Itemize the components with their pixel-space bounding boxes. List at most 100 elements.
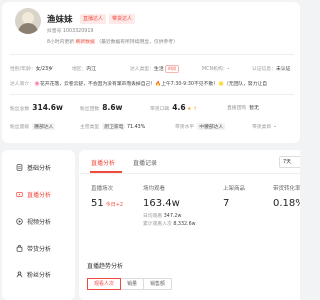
mcn-label: MCN机构: [202, 67, 223, 72]
stat-fans: 粉丝总数 314.6w: [10, 103, 63, 112]
sidebar: 基础分析 直播分析 视频分析 带货分析 粉丝分析: [2, 150, 75, 300]
type-pill: 时尚: [165, 65, 180, 73]
divider: [10, 54, 294, 55]
update-info: 8小时内更新 刷新数据 （最近数据有所持续明显，仅供参考）: [47, 38, 178, 45]
mcn-value: -: [227, 67, 230, 72]
cert-label: 认证信息: [252, 67, 272, 72]
document-icon: [16, 164, 23, 171]
trend-title: 直播趋势分析: [87, 263, 124, 270]
sidebar-item-basic[interactable]: 基础分析: [16, 163, 51, 172]
sidebar-item-live[interactable]: 直播分析: [16, 190, 51, 199]
douyin-id: 抖音号 1003320919: [47, 29, 94, 34]
main-panel: 直播分析 直播记录 7天 直播场次 51 今日+2 场均观看 163.4w 日均观…: [79, 150, 300, 300]
sub-value: 8,332.6w: [173, 222, 196, 227]
stat-score: 带货口碑 4.6 ★ ↑: [150, 103, 197, 112]
stat-category: 带货类目 -: [252, 123, 276, 130]
fans-value: 314.6w: [32, 103, 63, 112]
fan-level-value: 腰部达人: [32, 123, 56, 130]
gender-label: 性别/年龄: [10, 67, 31, 72]
fan-level-label: 粉丝量级: [10, 125, 30, 130]
category-label: 带货类目: [252, 125, 272, 130]
trend-button-revenue[interactable]: 销售额: [143, 278, 173, 290]
bag-icon: [16, 245, 23, 252]
type-value: 生活: [154, 67, 164, 72]
tab-live-analysis[interactable]: 直播分析: [91, 158, 115, 167]
metric-sub-total: 累计观看人次 8,332.6w: [143, 220, 196, 227]
score-label: 带货口碑: [150, 107, 170, 112]
day-range-select[interactable]: 7天: [279, 156, 300, 168]
sidebar-item-label: 基础分析: [27, 165, 52, 172]
main-type-value: 厨卫家电: [102, 123, 126, 130]
metric-value: 51 今日+2: [91, 198, 123, 209]
stat-main-type: 主营类型 厨卫家电 71.43%: [80, 123, 145, 130]
tier-label: 带货水平: [175, 125, 195, 130]
stat-tier: 带货水平 中腰部达人: [175, 123, 226, 130]
divider: [79, 173, 300, 174]
fans-group-value: 8.6w: [102, 103, 123, 112]
group-buy-value: 暂无: [249, 106, 259, 111]
sidebar-item-fans[interactable]: 粉丝分析: [16, 270, 51, 279]
profile-card: 渔妹妹 直播达人 带货达人 抖音号 1003320919 8小时内更新 刷新数据…: [2, 2, 300, 143]
metric-conversion: 带货转化率 0.18%: [273, 184, 300, 209]
user-icon: [16, 271, 23, 278]
info-gender: 性别/年龄：女/23岁: [10, 67, 53, 72]
metric-label: 带货转化率: [273, 186, 300, 192]
metric-avg-views: 场均观看 163.4w 日均观看 347.2w 累计观看人次 8,332.6w: [143, 184, 196, 227]
metric-number: 163.4w: [143, 198, 180, 209]
info-type: 达人类型：生活 时尚: [130, 65, 180, 73]
sidebar-item-label: 带货分析: [27, 246, 52, 253]
category-value: -: [274, 125, 276, 130]
star-icon: ★: [187, 107, 192, 112]
stat-group-buy: 直播团购 暂无: [227, 104, 259, 111]
main-type-label: 主营类型: [80, 125, 100, 130]
play-icon: [16, 218, 23, 225]
sidebar-item-video[interactable]: 视频分析: [16, 217, 51, 226]
metric-sub-daily: 日均观看 347.2w: [143, 212, 196, 219]
bio-text: 🌸花开花落，云卷云舒，不会因为没有掌声而丢掉自己！🔥上午7:30-9:30不见不…: [34, 82, 268, 87]
region-label: 地区: [72, 67, 82, 72]
fans-group-label: 粉丝团数: [80, 107, 100, 112]
update-note: （最近数据有所持续明显，仅供参考）: [96, 40, 178, 45]
sub-value: 347.2w: [163, 214, 182, 219]
sub-label: 日均观看: [143, 214, 163, 219]
cert-value: 未认证: [276, 67, 291, 72]
bio: 达人简介：🌸花开花落，云卷云舒，不会因为没有掌声而丢掉自己！🔥上午7:30-9:…: [10, 82, 268, 87]
metric-label: 上架商品: [223, 186, 246, 192]
metric-number: 7: [223, 198, 230, 209]
region-value: 内江: [86, 67, 97, 72]
stat-fan-level: 粉丝量级 腰部达人: [10, 123, 56, 130]
tab-live-records[interactable]: 直播记录: [133, 158, 157, 167]
info-region: 地区：内江: [72, 67, 97, 72]
sidebar-item-goods[interactable]: 带货分析: [16, 244, 51, 253]
bio-label: 达人简介: [10, 82, 30, 87]
metric-products: 上架商品 7: [223, 184, 245, 209]
refresh-link[interactable]: 刷新数据: [76, 40, 95, 45]
metric-label: 直播场次: [91, 186, 114, 192]
gender-value: 女/23岁: [35, 67, 53, 72]
sidebar-item-label: 视频分析: [27, 219, 52, 226]
rank-up-icon: ↑: [192, 107, 197, 112]
metric-label: 场均观看: [143, 186, 166, 192]
info-mcn: MCN机构：-: [202, 67, 230, 72]
metric-number: 51: [91, 198, 104, 209]
main-type-pct: 71.43%: [127, 125, 146, 130]
profile-name: 渔妹妹: [47, 15, 73, 25]
trend-button-group: 观看人次 销量 销售额: [87, 278, 173, 290]
metric-delta: 今日+2: [105, 202, 124, 208]
score-value: 4.6: [172, 103, 186, 112]
avatar[interactable]: [15, 8, 41, 34]
tier-value: 中腰部达人: [197, 123, 226, 130]
stat-fans-group: 粉丝团数 8.6w: [80, 103, 122, 112]
metric-number: 0.18%: [273, 198, 300, 209]
tag-live: 直播达人: [80, 14, 107, 24]
tag-goods: 带货达人: [109, 14, 136, 24]
fans-label: 粉丝总数: [10, 107, 30, 112]
trend-button-views[interactable]: 观看人次: [87, 278, 122, 290]
divider: [10, 94, 294, 95]
trend-button-sales[interactable]: 销量: [120, 278, 145, 290]
metric-live-count: 直播场次 51 今日+2: [91, 184, 123, 209]
type-label: 达人类型: [130, 67, 150, 72]
sidebar-item-label: 粉丝分析: [27, 272, 52, 279]
group-buy-label: 直播团购: [227, 106, 247, 111]
sidebar-item-label: 直播分析: [27, 192, 52, 199]
